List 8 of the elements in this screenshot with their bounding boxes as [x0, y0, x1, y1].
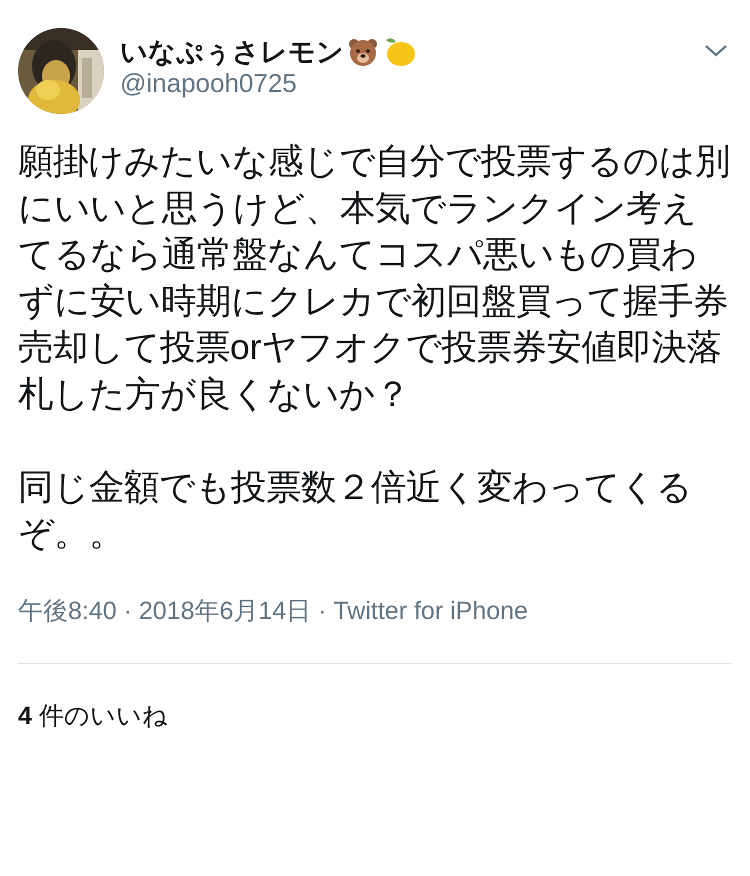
- chevron-down-icon[interactable]: [704, 44, 728, 58]
- like-count[interactable]: 4 件のいいね: [18, 664, 732, 735]
- tweet-timestamp: 午後8:40 · 2018年6月14日 · Twitter for iPhone: [18, 593, 732, 664]
- tweet-text: 願掛けみたいな感じで自分で投票するのは別にいいと思うけど、本気でランクイン考えてるなら通常盤なんてコスパ悪いもの買わずに安い時期にクレカで初回盤買って握手券売却して投票orヤフオクで投票券安値即決落札した方が良くないか？: [18, 140, 731, 416]
- display-name[interactable]: いなぷぅさレモン: [120, 36, 344, 68]
- tweet-text: 同じ金額でも投票数２倍近く変わってくるぞ。。: [18, 466, 693, 555]
- bear-icon: [348, 37, 378, 68]
- user-handle[interactable]: @inapooh0725: [120, 68, 704, 100]
